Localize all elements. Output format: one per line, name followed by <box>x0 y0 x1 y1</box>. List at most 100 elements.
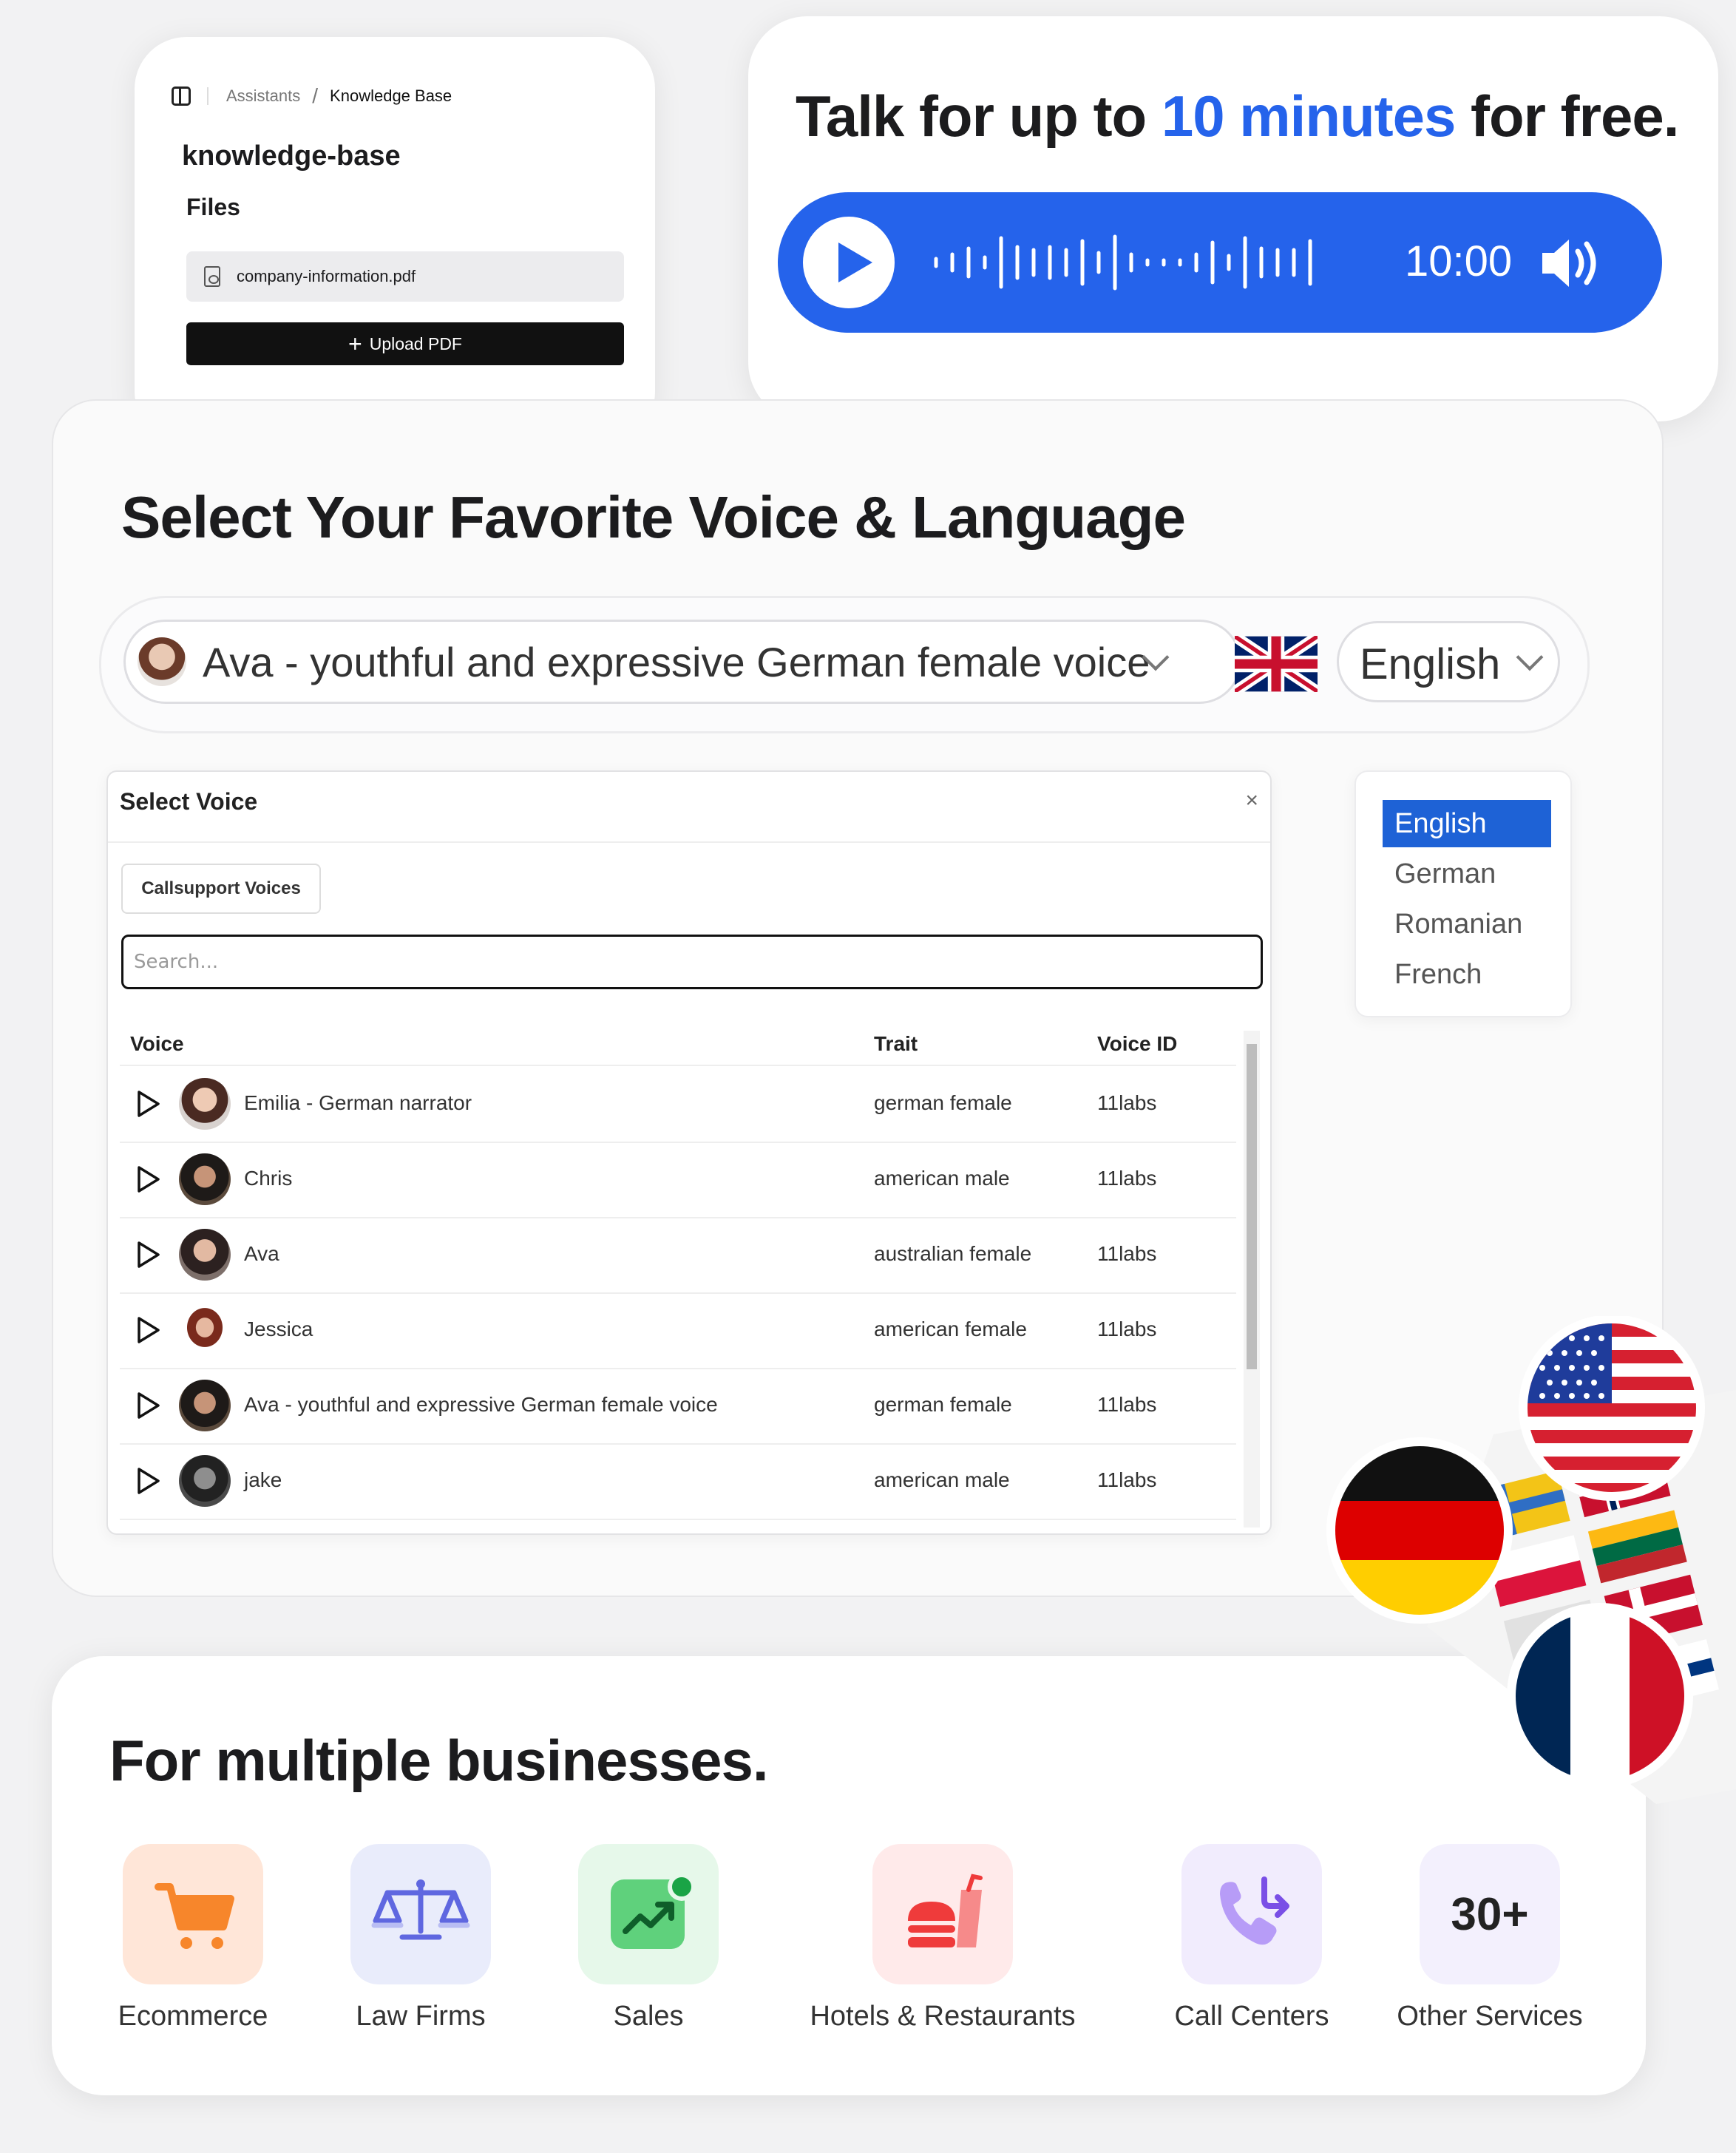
other-services-tile: 30+ <box>1420 1844 1560 1984</box>
modal-title: Select Voice <box>120 788 258 815</box>
business-hotels-restaurants[interactable]: Hotels & Restaurants <box>810 1844 1076 2032</box>
business-label: Call Centers <box>1174 2001 1329 2032</box>
avatar <box>179 1153 231 1205</box>
scales-icon <box>350 1844 491 1984</box>
plus-icon: + <box>348 330 362 357</box>
business-other-services[interactable]: 30+ Other Services <box>1397 1844 1583 2032</box>
knowledge-base-card: Assistants / Knowledge Base knowledge-ba… <box>135 37 655 444</box>
selected-voice: Ava - youthful and expressive German fem… <box>203 638 1150 685</box>
selected-language: English <box>1360 640 1501 688</box>
business-label: Ecommerce <box>118 2001 268 2032</box>
language-option-romanian[interactable]: Romanian <box>1383 901 1551 948</box>
voice-id: 11labs <box>1097 1468 1157 1491</box>
play-icon[interactable] <box>136 1241 161 1269</box>
voice-trait: australian female <box>874 1242 1032 1265</box>
uk-flag-icon <box>1235 636 1318 692</box>
column-header-voice: Voice <box>130 1032 184 1055</box>
voice-id: 11labs <box>1097 1318 1157 1340</box>
flags-cluster-icon <box>1326 1316 1736 1804</box>
avatar <box>179 1304 231 1356</box>
voice-id: 11labs <box>1097 1167 1157 1190</box>
sidebar-toggle-icon[interactable] <box>172 87 191 106</box>
language-option-french[interactable]: French <box>1383 951 1551 998</box>
voice-name: Ava - youthful and expressive German fem… <box>244 1393 718 1416</box>
table-row[interactable]: Emilia - German narrator german female 1… <box>120 1066 1236 1143</box>
voice-name: jake <box>244 1468 282 1491</box>
modal-divider <box>108 841 1270 843</box>
business-label: Law Firms <box>356 2001 486 2032</box>
headline-accent: 10 minutes <box>1161 84 1456 149</box>
callsupport-voices-button[interactable]: Callsupport Voices <box>121 864 321 914</box>
avatar <box>179 1229 231 1281</box>
column-header-trait: Trait <box>874 1032 918 1055</box>
play-icon[interactable] <box>136 1391 161 1420</box>
play-icon[interactable] <box>136 1165 161 1193</box>
timer: 10:00 <box>1405 237 1513 285</box>
headline-text-end: for free. <box>1455 84 1679 149</box>
voice-trait: american male <box>874 1167 1010 1190</box>
business-label: Other Services <box>1397 2001 1583 2032</box>
voice-avatar <box>138 637 186 686</box>
voice-select[interactable]: Ava - youthful and expressive German fem… <box>123 620 1241 704</box>
pdf-file-icon <box>204 266 220 287</box>
voice-name: Chris <box>244 1167 293 1190</box>
businesses-title: For multiple businesses. <box>109 1728 769 1793</box>
business-label: Hotels & Restaurants <box>810 2001 1076 2032</box>
section-title: Select Your Favorite Voice & Language <box>121 484 1186 550</box>
upload-pdf-button[interactable]: + Upload PDF <box>186 322 624 365</box>
volume-icon[interactable] <box>1539 235 1606 291</box>
avatar <box>179 1455 231 1507</box>
breadcrumb-assistants[interactable]: Assistants <box>226 87 300 106</box>
trend-icon <box>578 1844 719 1984</box>
business-label: Sales <box>613 2001 684 2032</box>
voice-name: Jessica <box>244 1318 313 1340</box>
business-ecommerce[interactable]: Ecommerce <box>118 1844 271 2032</box>
files-heading: Files <box>186 194 240 220</box>
column-header-voice-id: Voice ID <box>1097 1032 1178 1055</box>
voice-trait: german female <box>874 1393 1012 1416</box>
language-option-german[interactable]: German <box>1383 850 1551 898</box>
breadcrumb-separator: / <box>312 84 319 107</box>
scrollbar-thumb[interactable] <box>1247 1044 1257 1369</box>
waveform-icon <box>934 234 1312 291</box>
avatar <box>179 1380 231 1431</box>
table-row[interactable]: jake american male 11labs <box>120 1443 1236 1520</box>
phone-icon <box>1181 1844 1322 1984</box>
business-call-centers[interactable]: Call Centers <box>1174 1844 1329 2032</box>
cart-icon <box>123 1844 263 1984</box>
language-option-english[interactable]: English <box>1383 800 1551 847</box>
breadcrumb-divider <box>207 87 208 105</box>
voice-name: Emilia - German narrator <box>244 1091 472 1114</box>
business-sales[interactable]: Sales <box>578 1844 726 2032</box>
services-count-badge: 30+ <box>1451 1889 1529 1940</box>
play-icon[interactable] <box>803 217 895 308</box>
breadcrumb-knowledge-base: Knowledge Base <box>330 87 452 105</box>
talk-free-card: Talk for up to 10 minutes for free. 10:0… <box>748 16 1718 421</box>
language-dropdown: English German Romanian French <box>1354 770 1572 1017</box>
voice-id: 11labs <box>1097 1091 1157 1114</box>
close-icon[interactable]: × <box>1245 788 1258 813</box>
voice-trait: american female <box>874 1318 1027 1340</box>
file-item[interactable]: company-information.pdf <box>186 251 624 302</box>
talk-headline: Talk for up to 10 minutes for free. <box>796 83 1679 150</box>
breadcrumb: Assistants / Knowledge Base <box>172 84 452 108</box>
play-icon[interactable] <box>136 1316 161 1344</box>
search-input[interactable] <box>121 935 1263 989</box>
avatar <box>179 1078 231 1130</box>
page-title: knowledge-base <box>182 140 401 172</box>
voice-trait: german female <box>874 1091 1012 1114</box>
table-row[interactable]: Jessica american female 11labs <box>120 1292 1236 1369</box>
table-row[interactable]: Chris american male 11labs <box>120 1142 1236 1218</box>
play-icon[interactable] <box>136 1090 161 1118</box>
table-row[interactable]: Ava - youthful and expressive German fem… <box>120 1368 1236 1445</box>
file-name: company-information.pdf <box>237 267 416 285</box>
upload-pdf-label: Upload PDF <box>369 333 462 353</box>
table-row[interactable]: Ava australian female 11labs <box>120 1217 1236 1294</box>
voice-id: 11labs <box>1097 1242 1157 1265</box>
play-icon[interactable] <box>136 1467 161 1495</box>
voice-id: 11labs <box>1097 1393 1157 1416</box>
business-law-firms[interactable]: Law Firms <box>350 1844 498 2032</box>
voice-trait: american male <box>874 1468 1010 1491</box>
select-voice-modal: Select Voice × Callsupport Voices Voice … <box>106 770 1272 1535</box>
headline-text-start: Talk for up to <box>796 84 1162 149</box>
